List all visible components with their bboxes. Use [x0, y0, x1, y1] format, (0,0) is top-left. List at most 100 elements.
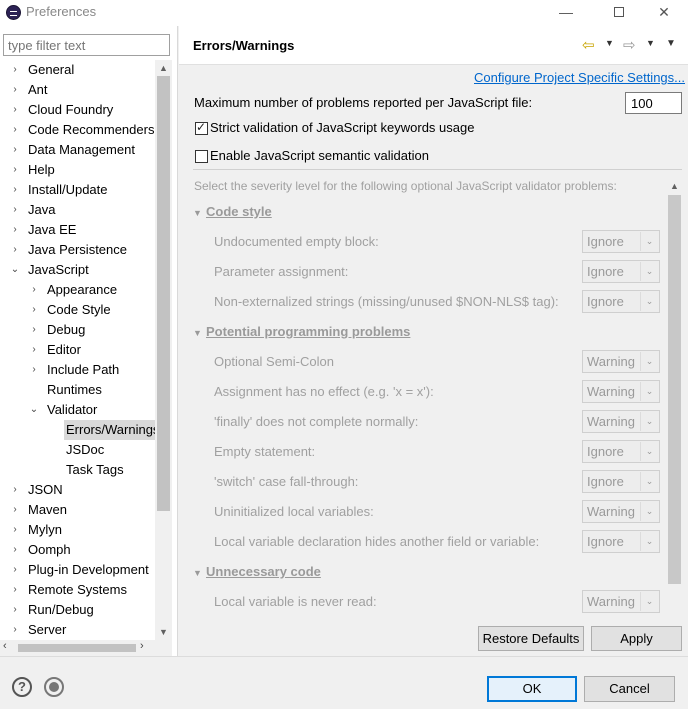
tree-item[interactable]: › Remote Systems	[0, 580, 155, 600]
tree-item[interactable]: › Include Path	[0, 360, 155, 380]
filter-input[interactable]	[3, 34, 170, 56]
forward-arrow-icon[interactable]: ⇨	[623, 36, 636, 54]
tree-item[interactable]: › Mylyn	[0, 520, 155, 540]
maximize-button[interactable]	[607, 2, 631, 22]
chevron-down-icon[interactable]: ⌄	[640, 442, 658, 461]
sidebar-horizontal-scrollbar[interactable]: ‹ ›	[0, 640, 172, 656]
tree-item[interactable]: Task Tags	[0, 460, 155, 480]
options-vertical-scrollbar[interactable]: ▲	[666, 178, 683, 618]
collapsed-chevron-icon[interactable]: ›	[28, 320, 40, 340]
tree-item[interactable]: › Java EE	[0, 220, 155, 240]
ok-button[interactable]: OK	[487, 676, 577, 702]
tree-item[interactable]: ⌄ JavaScript	[0, 260, 155, 280]
tree-item[interactable]: › Help	[0, 160, 155, 180]
severity-select[interactable]: Warning ⌄	[582, 500, 660, 523]
tree-item[interactable]: › General	[0, 60, 155, 80]
chevron-down-icon[interactable]: ⌄	[640, 472, 658, 491]
tree-item[interactable]: › Plug-in Development	[0, 560, 155, 580]
collapse-chevron-icon[interactable]: ▼	[193, 328, 206, 338]
chevron-down-icon[interactable]: ⌄	[640, 232, 658, 251]
chevron-down-icon[interactable]: ⌄	[640, 532, 658, 551]
tree-item[interactable]: › Code Style	[0, 300, 155, 320]
tree-item[interactable]: › Ant	[0, 80, 155, 100]
collapsed-chevron-icon[interactable]: ›	[9, 180, 21, 200]
tree-item[interactable]: › Install/Update	[0, 180, 155, 200]
collapsed-chevron-icon[interactable]: ›	[9, 500, 21, 520]
collapse-chevron-icon[interactable]: ▼	[193, 208, 206, 218]
help-icon[interactable]: ?	[12, 677, 32, 697]
collapsed-chevron-icon[interactable]: ›	[9, 480, 21, 500]
tree-item[interactable]: ⌄ Validator	[0, 400, 155, 420]
collapsed-chevron-icon[interactable]: ›	[28, 280, 40, 300]
tree-item[interactable]: › Debug	[0, 320, 155, 340]
severity-select[interactable]: Ignore ⌄	[582, 230, 660, 253]
back-arrow-icon[interactable]: ⇦	[582, 36, 595, 54]
severity-select[interactable]: Warning ⌄	[582, 410, 660, 433]
close-button[interactable]: ✕	[652, 2, 676, 22]
collapsed-chevron-icon[interactable]: ›	[9, 100, 21, 120]
collapsed-chevron-icon[interactable]: ›	[9, 580, 21, 600]
scroll-left-icon[interactable]: ‹	[3, 640, 7, 652]
view-menu-icon[interactable]: ▼	[666, 38, 676, 49]
chevron-down-icon[interactable]: ⌄	[640, 412, 658, 431]
collapsed-chevron-icon[interactable]: ›	[9, 620, 21, 640]
semantic-validation-checkbox[interactable]	[195, 150, 208, 163]
configure-project-settings-link[interactable]: Configure Project Specific Settings...	[474, 70, 685, 85]
tree-item[interactable]: Errors/Warnings	[0, 420, 155, 440]
back-history-dropdown-icon[interactable]: ▼	[605, 38, 614, 48]
chevron-down-icon[interactable]: ⌄	[640, 502, 658, 521]
tree-item[interactable]: › Cloud Foundry	[0, 100, 155, 120]
apply-button[interactable]: Apply	[591, 626, 682, 651]
chevron-down-icon[interactable]: ⌄	[640, 352, 658, 371]
severity-select[interactable]: Warning ⌄	[582, 590, 660, 613]
severity-select[interactable]: Ignore ⌄	[582, 440, 660, 463]
collapsed-chevron-icon[interactable]: ›	[9, 560, 21, 580]
collapsed-chevron-icon[interactable]: ›	[9, 60, 21, 80]
tree-item[interactable]: Runtimes	[0, 380, 155, 400]
chevron-down-icon[interactable]: ⌄	[640, 592, 658, 611]
collapsed-chevron-icon[interactable]: ›	[9, 220, 21, 240]
max-problems-input[interactable]	[625, 92, 682, 114]
tree-item[interactable]: › Server	[0, 620, 155, 640]
tree-item[interactable]: › Java Persistence	[0, 240, 155, 260]
tree-item[interactable]: › JSON	[0, 480, 155, 500]
expanded-chevron-icon[interactable]: ⌄	[9, 260, 21, 280]
collapsed-chevron-icon[interactable]: ›	[9, 160, 21, 180]
collapsed-chevron-icon[interactable]: ›	[9, 200, 21, 220]
chevron-down-icon[interactable]: ⌄	[640, 262, 658, 281]
section-header[interactable]: ▼ Unnecessary code	[193, 564, 321, 579]
scroll-down-icon[interactable]: ▼	[155, 624, 172, 640]
tree-item[interactable]: › Editor	[0, 340, 155, 360]
minimize-button[interactable]: —	[554, 2, 578, 22]
tree-item[interactable]: JSDoc	[0, 440, 155, 460]
scroll-right-icon[interactable]: ›	[140, 640, 144, 652]
scroll-up-icon[interactable]: ▲	[666, 178, 683, 194]
collapsed-chevron-icon[interactable]: ›	[9, 120, 21, 140]
scrollbar-thumb[interactable]	[668, 195, 681, 584]
scroll-up-icon[interactable]: ▲	[155, 60, 172, 76]
tree-item[interactable]: › Oomph	[0, 540, 155, 560]
scrollbar-thumb[interactable]	[157, 76, 170, 511]
severity-select[interactable]: Warning ⌄	[582, 350, 660, 373]
section-header[interactable]: ▼ Code style	[193, 204, 272, 219]
tree-item[interactable]: › Data Management	[0, 140, 155, 160]
severity-select[interactable]: Ignore ⌄	[582, 530, 660, 553]
scrollbar-thumb[interactable]	[18, 644, 136, 652]
collapsed-chevron-icon[interactable]: ›	[9, 140, 21, 160]
severity-select[interactable]: Ignore ⌄	[582, 260, 660, 283]
severity-select[interactable]: Warning ⌄	[582, 380, 660, 403]
expanded-chevron-icon[interactable]: ⌄	[28, 400, 40, 420]
tree-item[interactable]: › Appearance	[0, 280, 155, 300]
severity-select[interactable]: Ignore ⌄	[582, 470, 660, 493]
strict-validation-checkbox[interactable]	[195, 120, 208, 135]
cancel-button[interactable]: Cancel	[584, 676, 675, 702]
collapsed-chevron-icon[interactable]: ›	[28, 360, 40, 380]
sidebar-vertical-scrollbar[interactable]: ▲ ▼	[155, 60, 172, 640]
section-header[interactable]: ▼ Potential programming problems	[193, 324, 410, 339]
severity-select[interactable]: Ignore ⌄	[582, 290, 660, 313]
chevron-down-icon[interactable]: ⌄	[640, 382, 658, 401]
tree-item[interactable]: › Run/Debug	[0, 600, 155, 620]
forward-history-dropdown-icon[interactable]: ▼	[646, 38, 655, 48]
collapsed-chevron-icon[interactable]: ›	[9, 240, 21, 260]
collapse-chevron-icon[interactable]: ▼	[193, 568, 206, 578]
